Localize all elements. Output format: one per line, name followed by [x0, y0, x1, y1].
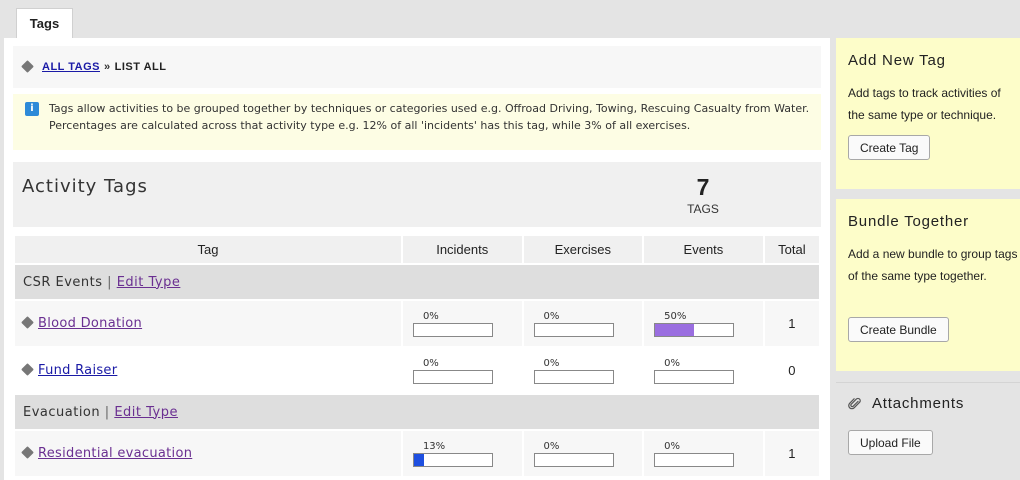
activity-tags-header: Activity Tags 7 TAGS [13, 162, 821, 227]
incidents-percent: 0% [422, 357, 439, 369]
bundle-together-title: Bundle Together [848, 213, 969, 230]
edit-type-link[interactable]: Edit Type [114, 405, 178, 420]
tag-count-label: TAGS [687, 202, 719, 216]
exercises-percent: 0% [543, 357, 560, 369]
events-percent: 50% [664, 310, 687, 322]
breadcrumb-separator: » [103, 61, 111, 73]
group-name: Evacuation [23, 404, 101, 420]
group-row-evacuation: Evacuation | Edit Type [15, 395, 819, 429]
events-progress-bar [654, 369, 735, 384]
tag-link-blood-donation[interactable]: Blood Donation [38, 316, 142, 331]
paperclip-icon [848, 397, 861, 410]
table-row: Fund Raiser 0% 0% 0% 0 [15, 348, 819, 393]
row-total: 1 [764, 431, 819, 476]
add-new-tag-text: Add tags to track activities of the same… [848, 86, 1001, 122]
breadcrumb-current: LIST ALL [114, 61, 167, 73]
table-header-row: Tag Incidents Exercises Events Total [15, 236, 819, 263]
exercises-progress-bar [533, 322, 614, 337]
tag-count: 7 TAGS [673, 174, 733, 216]
tag-count-number: 7 [696, 174, 710, 200]
tag-icon [21, 446, 34, 459]
exercises-progress-bar [533, 369, 614, 384]
exercises-percent: 0% [543, 440, 560, 452]
tag-icon [21, 59, 34, 73]
main-panel: ALL TAGS » LIST ALL i Tags allow activit… [4, 38, 830, 480]
bundle-together-text: Add a new bundle to group tags of the sa… [848, 247, 1018, 283]
table-row: Residential evacuation 13% 0% 0% 1 [15, 431, 819, 476]
column-header-incidents[interactable]: Incidents [402, 236, 522, 263]
incidents-progress-bar [412, 322, 493, 337]
exercises-percent: 0% [543, 310, 560, 322]
group-row-csr-events: CSR Events | Edit Type [15, 265, 819, 299]
incidents-percent: 0% [422, 310, 439, 322]
row-total: 0 [764, 348, 819, 393]
events-percent: 0% [664, 357, 680, 369]
exercises-progress-bar [533, 452, 614, 467]
info-text: Tags allow activities to be grouped toge… [49, 102, 810, 132]
add-new-tag-panel: Add New Tag Add tags to track activities… [836, 38, 1020, 189]
breadcrumb-all-tags-link[interactable]: ALL TAGS [42, 61, 100, 73]
upload-file-button[interactable]: Upload File [848, 430, 933, 455]
tab-tags[interactable]: Tags [16, 8, 73, 38]
tag-icon [21, 316, 34, 329]
group-name: CSR Events [23, 274, 103, 290]
tab-bar: Tags [0, 0, 1020, 38]
events-progress-fill [655, 323, 695, 336]
events-progress-bar [654, 322, 735, 337]
create-bundle-button[interactable]: Create Bundle [848, 317, 949, 342]
bundle-together-panel: Bundle Together Add a new bundle to grou… [836, 199, 1020, 371]
column-header-total[interactable]: Total [764, 236, 819, 263]
column-header-tag[interactable]: Tag [15, 236, 401, 263]
incidents-progress-bar [412, 369, 493, 384]
breadcrumb: ALL TAGS » LIST ALL [13, 46, 821, 88]
tag-icon [21, 363, 34, 376]
attachments-title: Attachments [872, 395, 965, 412]
info-box: i Tags allow activities to be grouped to… [13, 94, 821, 150]
tag-link-residential-evacuation[interactable]: Residential evacuation [38, 446, 192, 461]
info-icon: i [25, 102, 39, 116]
incidents-percent: 13% [422, 440, 446, 452]
incidents-progress-bar [412, 452, 493, 467]
table-row: Blood Donation 0% 0% 50% 1 [15, 301, 819, 346]
edit-type-link[interactable]: Edit Type [117, 275, 181, 290]
row-total: 1 [764, 301, 819, 346]
tag-link-fund-raiser[interactable]: Fund Raiser [38, 363, 117, 378]
events-progress-bar [654, 452, 735, 467]
attachments-panel: Attachments Upload File [836, 382, 1020, 470]
incidents-progress-fill [413, 453, 425, 466]
create-tag-button[interactable]: Create Tag [848, 135, 931, 160]
tags-table: Tag Incidents Exercises Events Total CSR… [13, 234, 821, 478]
page-title: Activity Tags [22, 176, 148, 197]
add-new-tag-title: Add New Tag [848, 52, 946, 69]
events-percent: 0% [664, 440, 680, 452]
column-header-exercises[interactable]: Exercises [523, 236, 643, 263]
group-divider: | [104, 404, 110, 420]
column-header-events[interactable]: Events [644, 236, 763, 263]
group-divider: | [107, 274, 113, 290]
